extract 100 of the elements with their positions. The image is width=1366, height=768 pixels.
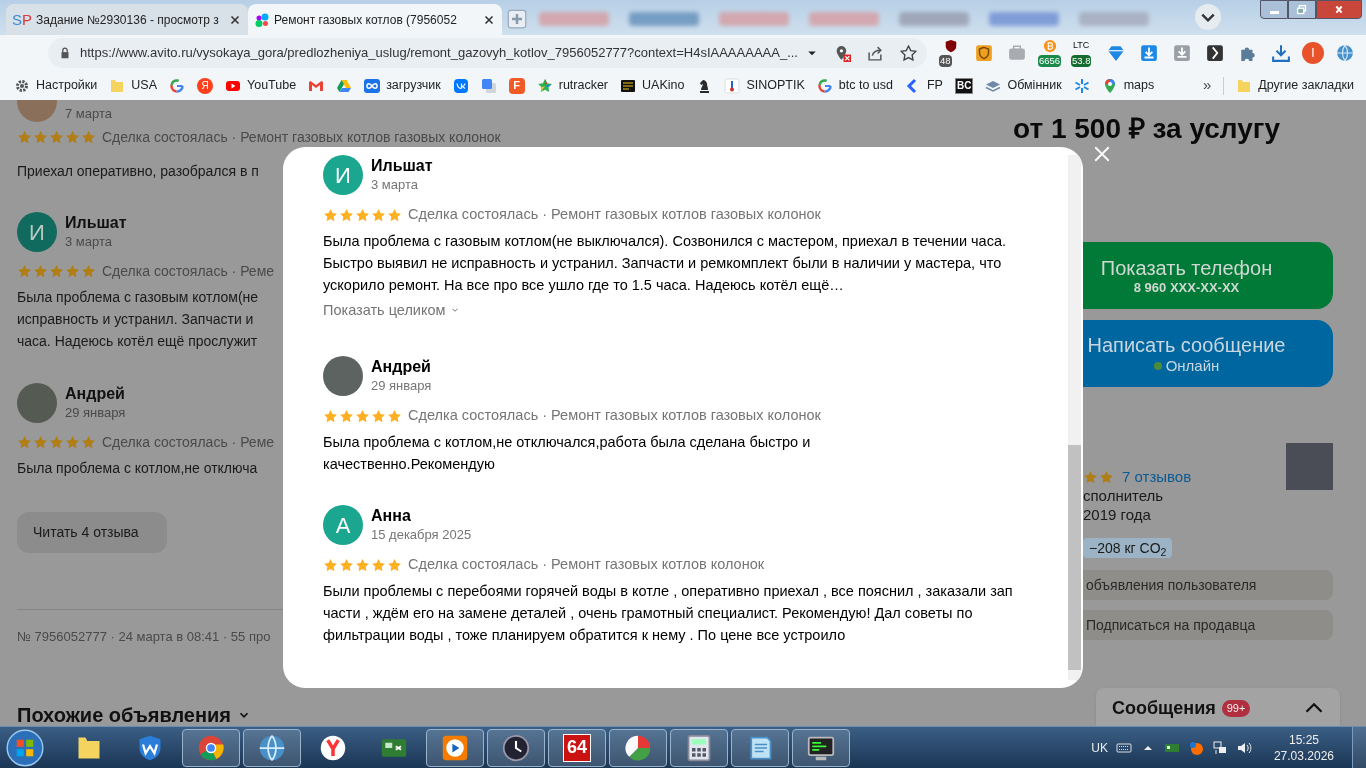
bookmark[interactable]: Обмінник xyxy=(985,76,1062,95)
star-icon xyxy=(371,408,386,424)
clock[interactable]: 15:25 27.03.2026 xyxy=(1273,731,1334,764)
review-date: 15 декабря 2025 xyxy=(371,526,472,544)
shield-icon[interactable] xyxy=(943,39,958,53)
seller-since: 2019 года xyxy=(1083,505,1152,524)
bookmark[interactable]: maps xyxy=(1101,76,1155,95)
messages-panel[interactable]: Сообщения 99+ xyxy=(1096,688,1340,726)
extension-label[interactable]: LTC xyxy=(1072,39,1090,51)
star-icon xyxy=(81,129,96,145)
download-icon[interactable] xyxy=(1172,44,1191,62)
taskbar-app-button[interactable] xyxy=(243,728,301,767)
taskbar-app-button[interactable] xyxy=(609,728,667,767)
review-text: Была проблема с котлом,не отключался,работа была сделана быстро и качественно.Рекомендую xyxy=(323,433,812,474)
star-icon xyxy=(65,434,80,450)
url-text: https://www.avito.ru/vysokaya_gora/predlozheniya_uslug/remont_gazovyh_kotlov_7956052777?context=H4sIAAAAAAAA_... xyxy=(80,44,798,63)
google-icon[interactable] xyxy=(169,77,185,94)
logo-icon[interactable]: Я xyxy=(197,77,213,94)
vk-icon[interactable] xyxy=(452,77,469,94)
taskbar-app-button[interactable] xyxy=(670,728,728,767)
close-window-button[interactable] xyxy=(1316,0,1362,19)
favicon: SP xyxy=(12,12,33,27)
infinity-icon xyxy=(364,77,381,94)
star-icon xyxy=(339,557,354,573)
status-text: Онлайн xyxy=(1165,356,1220,375)
folder-icon xyxy=(1236,77,1253,94)
globe-icon[interactable] xyxy=(1335,44,1354,62)
triangle-icon[interactable] xyxy=(336,77,353,94)
profile-button[interactable]: I xyxy=(1301,42,1324,64)
scrollbar-thumb[interactable] xyxy=(1068,445,1081,670)
bookmark[interactable]: USA xyxy=(109,76,157,95)
star-icon xyxy=(1099,469,1114,485)
minimize-button[interactable] xyxy=(1260,0,1288,19)
browser-tab[interactable]: SP Задание №2930136 - просмотр з xyxy=(6,4,248,35)
bookmark[interactable]: FP xyxy=(905,76,943,95)
google-icon xyxy=(816,77,833,94)
review-date: 7 марта xyxy=(65,106,112,122)
language-indicator[interactable]: UK xyxy=(1091,738,1108,757)
bookmark[interactable]: rutracker xyxy=(536,76,609,95)
bookmark[interactable]: btc to usd xyxy=(816,76,893,95)
star-icon xyxy=(371,207,386,223)
read-reviews-button[interactable]: Читать 4 отзыва xyxy=(17,512,167,554)
star-icon xyxy=(323,408,338,424)
diamond-icon[interactable] xyxy=(1106,44,1125,62)
address-field[interactable]: https://www.avito.ru/vysokaya_gora/predlozheniya_uslug/remont_gazovyh_kotlov_7956052777?context=H4sIAAAAAAAA_... xyxy=(48,38,927,68)
star-icon xyxy=(49,434,64,450)
tab-search-icon[interactable] xyxy=(1195,4,1221,30)
more-bookmarks-button[interactable]: » xyxy=(1202,74,1212,97)
download-icon[interactable] xyxy=(1139,44,1158,62)
review-text-line: часа. Надеюсь котёл ещё прослужит xyxy=(17,332,259,351)
taskbar-app-button[interactable]: 64 xyxy=(548,728,606,767)
bookmark-folder[interactable]: Другие закладки xyxy=(1236,76,1354,95)
share-icon[interactable] xyxy=(866,44,884,62)
bookmark[interactable]: SINOPTIK xyxy=(724,76,805,95)
show-more-link[interactable]: Показать целиком xyxy=(323,300,460,320)
star-icon xyxy=(387,207,402,223)
shield-icon[interactable] xyxy=(974,44,993,62)
extension-badge: 48 xyxy=(938,55,952,67)
browser-tab[interactable]: Ремонт газовых котлов (7956052 xyxy=(248,4,502,35)
eco-badge: −208 кг CO$_{2}$ xyxy=(1083,538,1173,558)
messages-label: Сообщения xyxy=(1112,696,1216,720)
translate-icon[interactable] xyxy=(480,77,497,94)
review-text: Были проблемы с перебоями горячей воды в котле , оперативно приехал , все пояснил , заказали зап части , ждём его на замене деталей , очень грамотный специалист. Рекомендую! Дал советы по фильтрации воды , тоже планируем обратится к нему . По цене все устроило xyxy=(323,582,1014,645)
app-icon[interactable] xyxy=(1187,739,1204,756)
download-icon[interactable] xyxy=(1271,44,1290,62)
bookmark[interactable]: загрузчик xyxy=(364,76,441,95)
avatar: И xyxy=(323,155,363,195)
deal-info: Сделка состоялась · Реме xyxy=(102,261,275,281)
taskbar-app-button[interactable] xyxy=(487,728,545,767)
bookmark[interactable]: YouTube xyxy=(225,76,297,95)
bookmark[interactable]: Настройки xyxy=(14,76,98,95)
restore-button[interactable] xyxy=(1288,0,1316,19)
bookmark-star-icon[interactable] xyxy=(899,44,917,62)
star-icon xyxy=(81,434,96,450)
taskbar-app-button[interactable] xyxy=(792,728,850,767)
extension-badge: 6656 xyxy=(1037,55,1062,67)
chrome-icon xyxy=(197,733,225,762)
reviewer-name: Андрей xyxy=(371,357,432,377)
star-icon xyxy=(371,557,386,573)
deal-info: Сделка состоялась · Ремонт газовых котлов газовых колонок xyxy=(408,205,821,225)
section-heading: Похожие объявления xyxy=(17,704,232,726)
seller-action-button[interactable]: объявления пользователя xyxy=(1083,570,1333,600)
avatar: А xyxy=(323,505,363,545)
star-icon xyxy=(339,207,354,223)
start-button-icon[interactable] xyxy=(6,728,44,767)
asterisk-icon[interactable] xyxy=(1073,77,1090,94)
review-text-line: исправность и устранил. Запчасти и xyxy=(17,310,255,329)
taskbar-app-button[interactable] xyxy=(426,728,484,767)
bookmark[interactable]: UAKino xyxy=(620,76,685,95)
tab-title: Задание №2930136 - просмотр з xyxy=(36,11,219,29)
network-icon[interactable] xyxy=(1211,739,1228,756)
price: от 1 500 ₽ за услугу xyxy=(1013,112,1282,146)
taskbar-app-button[interactable] xyxy=(731,728,789,767)
logo-icon[interactable]: BC xyxy=(954,77,974,94)
extension-icon[interactable] xyxy=(1205,44,1224,62)
seller-action-button[interactable]: Подписаться на продавца xyxy=(1083,610,1333,640)
photo-placeholder xyxy=(323,356,363,396)
minimize-icon xyxy=(1269,11,1279,14)
show-desktop-button[interactable] xyxy=(1352,726,1366,768)
yandex-browser-icon xyxy=(319,733,347,762)
